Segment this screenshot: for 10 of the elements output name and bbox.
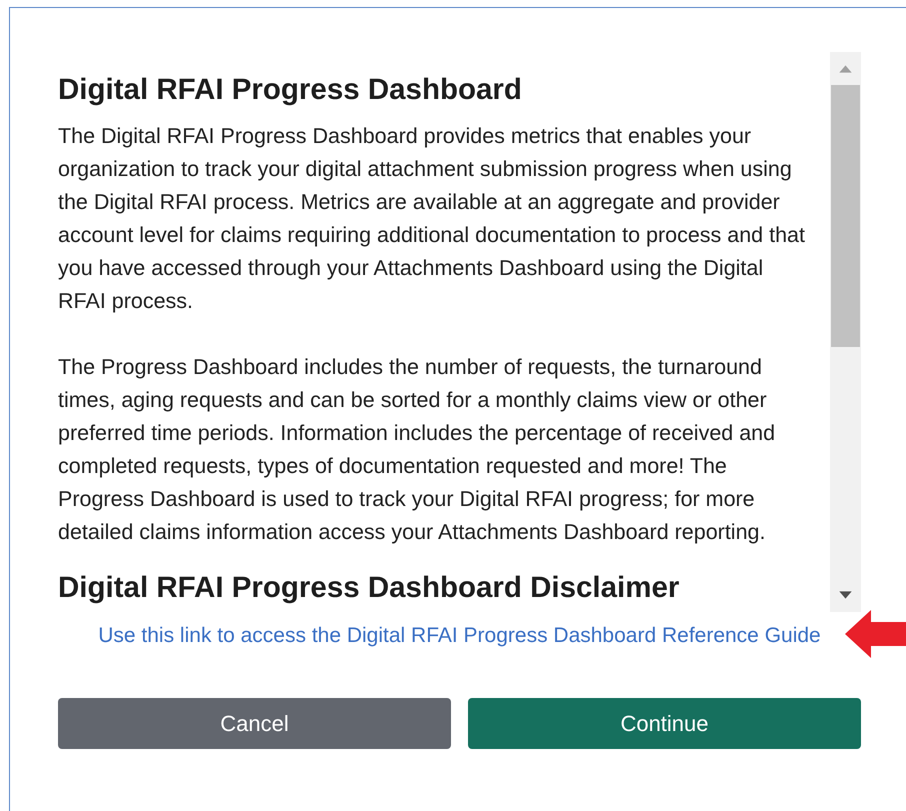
- scrollbar[interactable]: [830, 52, 861, 612]
- reference-guide-link[interactable]: Use this link to access the Digital RFAI Progress Dashboard Reference Guide: [98, 624, 821, 647]
- scroll-thumb[interactable]: [831, 85, 860, 347]
- paragraph: The Progress Dashboard includes the number of requests, the turnaround times, aging requests and can be sorted for a monthly claims view or other preferred time periods. Information includes the percentage of received and completed requests, types of documentation requested and more! The Progress Dashboard is used to track your Digital RFAI progress; for more detailed claims information access your Attachments Dashboard reporting.: [58, 354, 776, 546]
- continue-button[interactable]: Continue: [468, 698, 861, 749]
- section-heading: Digital RFAI Progress Dashboard: [58, 72, 523, 108]
- paragraph: The Digital RFAI Progress Dashboard provides metrics that enables your organization to track your digital attachment submission progress when using the Digital RFAI process. Metrics are available at an aggregate and provider account level for claims requiring additional documentation to process and that you have accessed through your Attachments Dashboard using the Digital RFAI process.: [58, 123, 806, 315]
- arrow-icon: [845, 610, 906, 658]
- section-heading: Digital RFAI Progress Dashboard Disclaimer: [58, 570, 680, 606]
- cancel-button[interactable]: Cancel: [58, 698, 451, 749]
